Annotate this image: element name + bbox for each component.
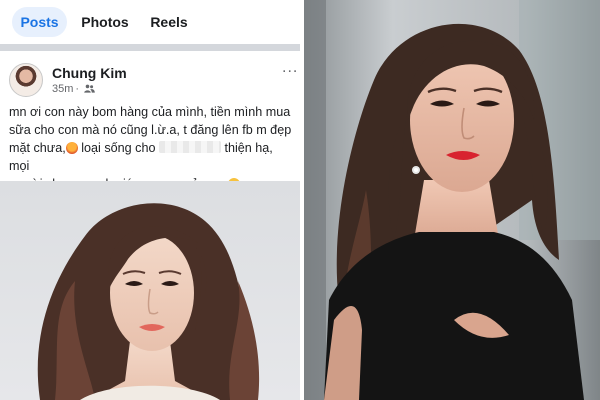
post-photo[interactable] bbox=[0, 181, 300, 400]
facebook-post-screenshot: Posts Photos Reels Chung Kim 35m · ... mn… bbox=[0, 0, 300, 400]
woman-in-black-dress-photo bbox=[304, 0, 600, 400]
profile-tabs: Posts Photos Reels bbox=[0, 0, 300, 44]
avatar[interactable] bbox=[9, 63, 43, 97]
blurred-text bbox=[158, 141, 221, 153]
tab-reels[interactable]: Reels bbox=[143, 7, 195, 37]
post-meta: 35m · bbox=[52, 83, 95, 95]
tab-photos[interactable]: Photos bbox=[76, 7, 134, 37]
section-divider bbox=[0, 44, 300, 51]
meta-dot: · bbox=[75, 83, 80, 95]
portrait-photo bbox=[37, 203, 260, 400]
post-card: Chung Kim 35m · ... mn ơi con này bom hàn… bbox=[0, 51, 300, 191]
tab-posts[interactable]: Posts bbox=[12, 7, 67, 37]
post-text-line-3: mặt chưa, bbox=[9, 141, 66, 155]
post-time[interactable]: 35m bbox=[52, 83, 73, 95]
more-options-button[interactable]: ... bbox=[282, 59, 298, 77]
post-author[interactable]: Chung Kim bbox=[52, 65, 127, 81]
angry-face-emoji-icon bbox=[65, 142, 78, 154]
post-text-line-2: sữa cho con mà nó cũng l.ừ.a, t đăng lên… bbox=[9, 123, 292, 137]
comparison-photo bbox=[304, 0, 600, 400]
friends-icon bbox=[84, 84, 95, 93]
post-text-line-1: mn ơi con này bom hàng của mình, tiền mì… bbox=[9, 105, 291, 119]
post-text-line-3b: loại sống cho bbox=[81, 141, 156, 155]
post-text: mn ơi con này bom hàng của mình, tiền mì… bbox=[9, 103, 294, 193]
